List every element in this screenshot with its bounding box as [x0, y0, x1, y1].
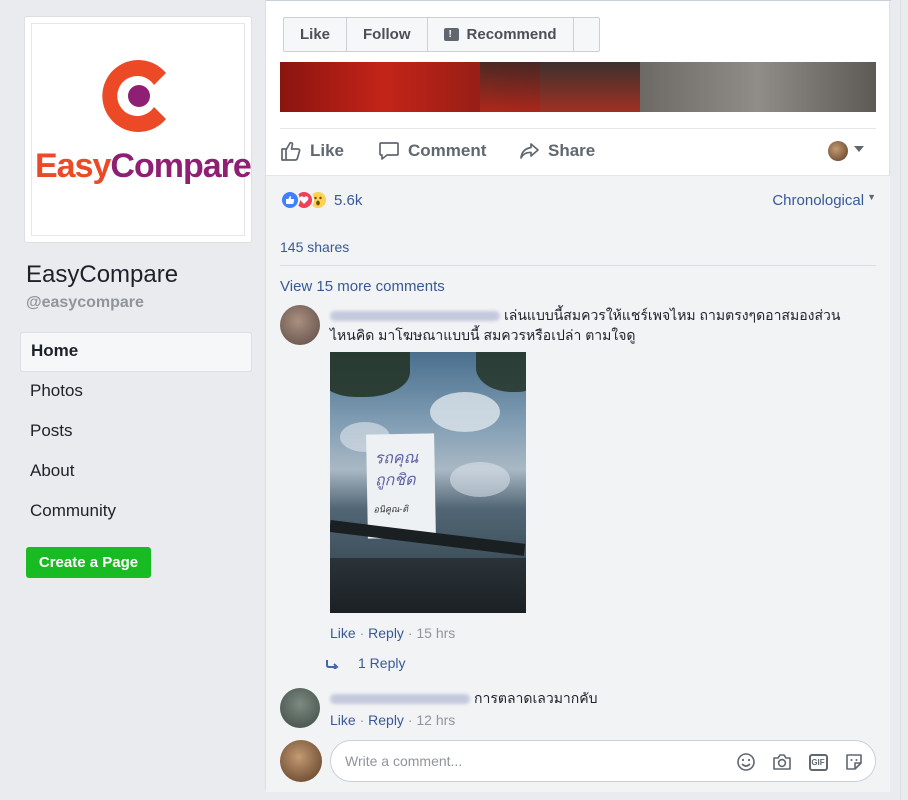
top-border — [266, 0, 891, 1]
share-icon — [520, 143, 539, 159]
page-recommend-button[interactable]: Recommend — [428, 18, 574, 51]
comment-sort-label: Chronological — [772, 192, 865, 209]
image-region — [480, 62, 660, 112]
comment-composer[interactable]: Write a comment... GIF — [330, 740, 876, 782]
comment-meta: Like · Reply · 15 hrs — [330, 625, 456, 641]
post-comment-button[interactable]: Comment — [378, 136, 486, 166]
comment-like-link[interactable]: Like — [330, 625, 356, 641]
right-edge — [900, 0, 908, 800]
post-share-button[interactable]: Share — [518, 136, 595, 166]
post-like-label: Like — [310, 141, 345, 160]
camera-icon[interactable] — [771, 751, 793, 773]
post-card: Like Follow Recommend Like Comment Share — [265, 0, 891, 792]
gif-icon[interactable]: GIF — [807, 751, 829, 773]
commenter-name[interactable] — [330, 694, 470, 705]
page-like-label: Like — [300, 26, 331, 43]
profile-picture[interactable]: EasyCompare — [24, 16, 252, 243]
comment-photo[interactable]: รถคุณ ถูกชิด อนิคูณ-ดิ — [330, 352, 526, 613]
comment-timestamp[interactable]: 12 hrs — [416, 712, 455, 728]
divider — [280, 128, 876, 129]
comment-input[interactable]: Write a comment... — [345, 753, 462, 769]
photo-tree — [476, 352, 526, 392]
share-count[interactable]: 145 shares — [280, 239, 349, 255]
page-like-button[interactable]: Like — [284, 18, 348, 51]
page-action-buttons: Like Follow Recommend — [283, 17, 600, 52]
comment-body: การตลาดเลวมากคับ — [330, 688, 876, 708]
commenter-name[interactable] — [330, 311, 500, 322]
comment-reply-link[interactable]: Reply — [368, 625, 404, 641]
photo-dashboard — [330, 558, 526, 613]
create-page-button[interactable]: Create a Page — [26, 547, 151, 578]
page-nav: Home Photos Posts About Community — [20, 332, 252, 532]
page-title[interactable]: EasyCompare — [26, 261, 178, 289]
composer-tools: GIF — [721, 751, 865, 773]
emoji-icon[interactable] — [735, 751, 757, 773]
replies-count: 1 Reply — [358, 655, 406, 671]
photo-cloud — [450, 462, 510, 497]
comment-body: เล่นแบบนี้สมควรให้แชร์เพจไหม ถามตรงๆดอาส… — [330, 305, 876, 345]
comment-meta: Like · Reply · 12 hrs — [330, 712, 456, 728]
nav-item-photos[interactable]: Photos — [20, 372, 252, 412]
post-feedback-section: 5.6k Chronological ▼ 145 shares View 15 m… — [266, 175, 890, 792]
page-recommend-label: Recommend — [466, 26, 557, 43]
image-region — [640, 62, 876, 112]
photo-tree — [330, 352, 410, 397]
nav-item-posts[interactable]: Posts — [20, 412, 252, 452]
reply-arrow-icon — [326, 660, 339, 669]
comment-reply-link[interactable]: Reply — [368, 712, 404, 728]
comment-sort-dropdown[interactable]: Chronological ▼ — [772, 192, 876, 209]
easycompare-logo-icon — [102, 60, 166, 132]
post-comment-label: Comment — [408, 141, 487, 160]
comment-item: เล่นแบบนี้สมควรให้แชร์เพจไหม ถามตรงๆดอาส… — [280, 305, 876, 685]
commenter-avatar[interactable] — [280, 305, 320, 345]
photo-cloud — [430, 392, 500, 432]
post-actions: Like Comment Share — [280, 136, 876, 166]
sticker-icon[interactable] — [843, 751, 865, 773]
post-like-button[interactable]: Like — [280, 136, 344, 166]
gif-icon: GIF — [808, 753, 828, 771]
my-avatar — [280, 740, 322, 782]
handwritten-note: รถคุณ ถูกชิด อนิคูณ-ดิ — [366, 433, 436, 539]
commenter-avatar[interactable] — [280, 688, 320, 728]
nav-item-about[interactable]: About — [20, 452, 252, 492]
post-share-label: Share — [548, 141, 596, 160]
divider — [280, 265, 876, 266]
recommend-icon — [443, 18, 459, 51]
post-image[interactable] — [280, 62, 876, 112]
nav-item-community[interactable]: Community — [20, 492, 252, 532]
comment-text: การตลาดเลวมากคับ — [474, 690, 598, 706]
page-more-button[interactable] — [574, 18, 599, 51]
thumbs-up-icon — [281, 141, 301, 161]
nav-item-home[interactable]: Home — [20, 332, 252, 372]
logo-frame: EasyCompare — [31, 23, 252, 236]
page-sidebar: EasyCompare EasyCompare @easycompare Hom… — [0, 0, 262, 800]
note-text: ถูกชิด — [374, 469, 416, 490]
page-follow-button[interactable]: Follow — [347, 18, 428, 51]
page-handle[interactable]: @easycompare — [26, 294, 144, 312]
reaction-count[interactable]: 5.6k — [334, 192, 362, 209]
reaction-summary[interactable]: 5.6k — [280, 189, 362, 211]
comment-text-continued: ไหนคิด มาโฆษณาแบบนี้ สมควรหรือเปล่า ตามใ… — [330, 327, 636, 343]
comment-item: การตลาดเลวมากคับ Like · Reply · 12 hrs — [280, 688, 876, 734]
logo-wordmark: EasyCompare — [35, 147, 252, 185]
commenter-avatar-selector[interactable] — [828, 141, 848, 161]
chevron-down-icon[interactable] — [854, 146, 864, 152]
comment-like-link[interactable]: Like — [330, 712, 356, 728]
note-text: อนิคูณ-ดิ — [373, 504, 409, 516]
comment-icon — [379, 142, 399, 160]
chevron-down-icon: ▼ — [867, 192, 876, 202]
comment-timestamp[interactable]: 15 hrs — [416, 625, 455, 641]
view-more-comments-link[interactable]: View 15 more comments — [280, 278, 445, 295]
like-reaction-icon — [280, 190, 300, 210]
comment-text: เล่นแบบนี้สมควรให้แชร์เพจไหม ถามตรงๆดอาส… — [504, 307, 841, 323]
page-follow-label: Follow — [363, 26, 411, 43]
